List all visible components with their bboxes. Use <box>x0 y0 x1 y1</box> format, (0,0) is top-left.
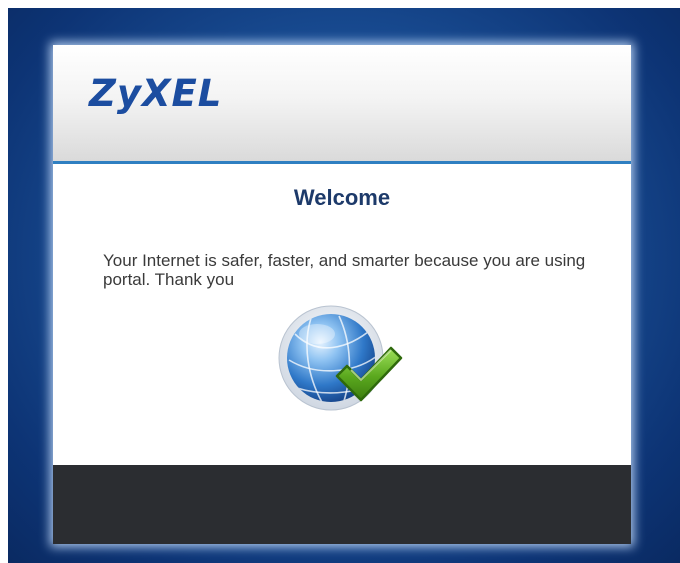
page-title: Welcome <box>293 185 391 210</box>
welcome-panel: ZyXEL Welcome Your Internet is safer, fa… <box>53 45 631 544</box>
panel-header: ZyXEL <box>53 45 631 164</box>
welcome-message: Your Internet is safer, faster, and smar… <box>103 251 586 289</box>
page-background: ZyXEL Welcome Your Internet is safer, fa… <box>8 8 680 563</box>
globe-checkmark-icon <box>277 304 407 414</box>
panel-footer <box>53 465 631 544</box>
brand-logo: ZyXEL <box>89 72 223 115</box>
